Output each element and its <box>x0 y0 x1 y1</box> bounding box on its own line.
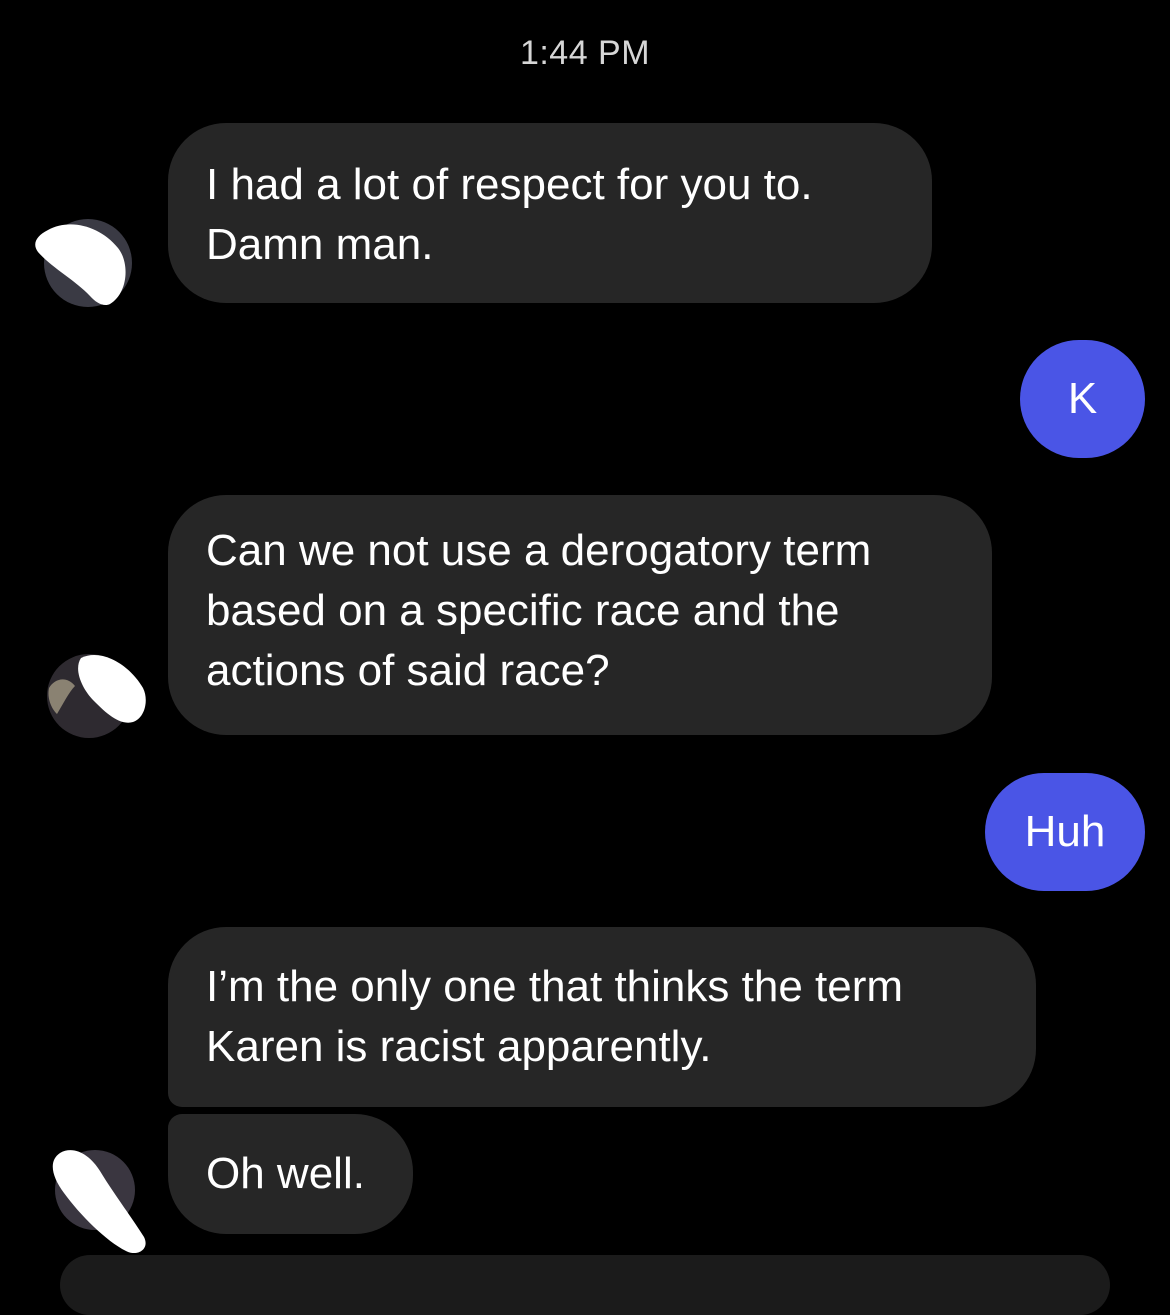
avatar-icon <box>47 654 146 738</box>
next-message-bubble-edge <box>60 1255 1110 1315</box>
message-timestamp: 1:44 PM <box>519 34 651 72</box>
contact-avatar[interactable] <box>30 208 140 318</box>
avatar-icon <box>35 219 132 307</box>
message-text-line: based on a specific race and the <box>206 586 840 635</box>
incoming-message-bubble[interactable]: Oh well. <box>168 1114 413 1234</box>
message-text-line: I’m the only one that thinks the term <box>206 962 904 1011</box>
message-text-line: actions of said race? <box>206 646 610 695</box>
message-text: Huh <box>1024 807 1106 856</box>
message-text-line: Karen is racist apparently. <box>206 1022 712 1071</box>
incoming-message-bubble[interactable]: I had a lot of respect for you to. Damn … <box>168 123 932 303</box>
outgoing-message-bubble[interactable]: Huh <box>985 773 1145 891</box>
contact-avatar[interactable] <box>45 648 155 748</box>
outgoing-message-bubble[interactable]: K <box>1020 340 1145 458</box>
message-text-line: Can we not use a derogatory term <box>206 526 872 575</box>
incoming-message-bubble[interactable]: Can we not use a derogatory term based o… <box>168 495 992 735</box>
message-text-line: Damn man. <box>206 220 434 269</box>
message-text-line: I had a lot of respect for you to. <box>206 160 813 209</box>
message-text: K <box>1067 374 1098 423</box>
message-text-line: Oh well. <box>206 1149 365 1198</box>
avatar-icon <box>52 1150 146 1254</box>
contact-avatar[interactable] <box>40 1145 155 1265</box>
incoming-message-bubble[interactable]: I’m the only one that thinks the term Ka… <box>168 927 1036 1107</box>
